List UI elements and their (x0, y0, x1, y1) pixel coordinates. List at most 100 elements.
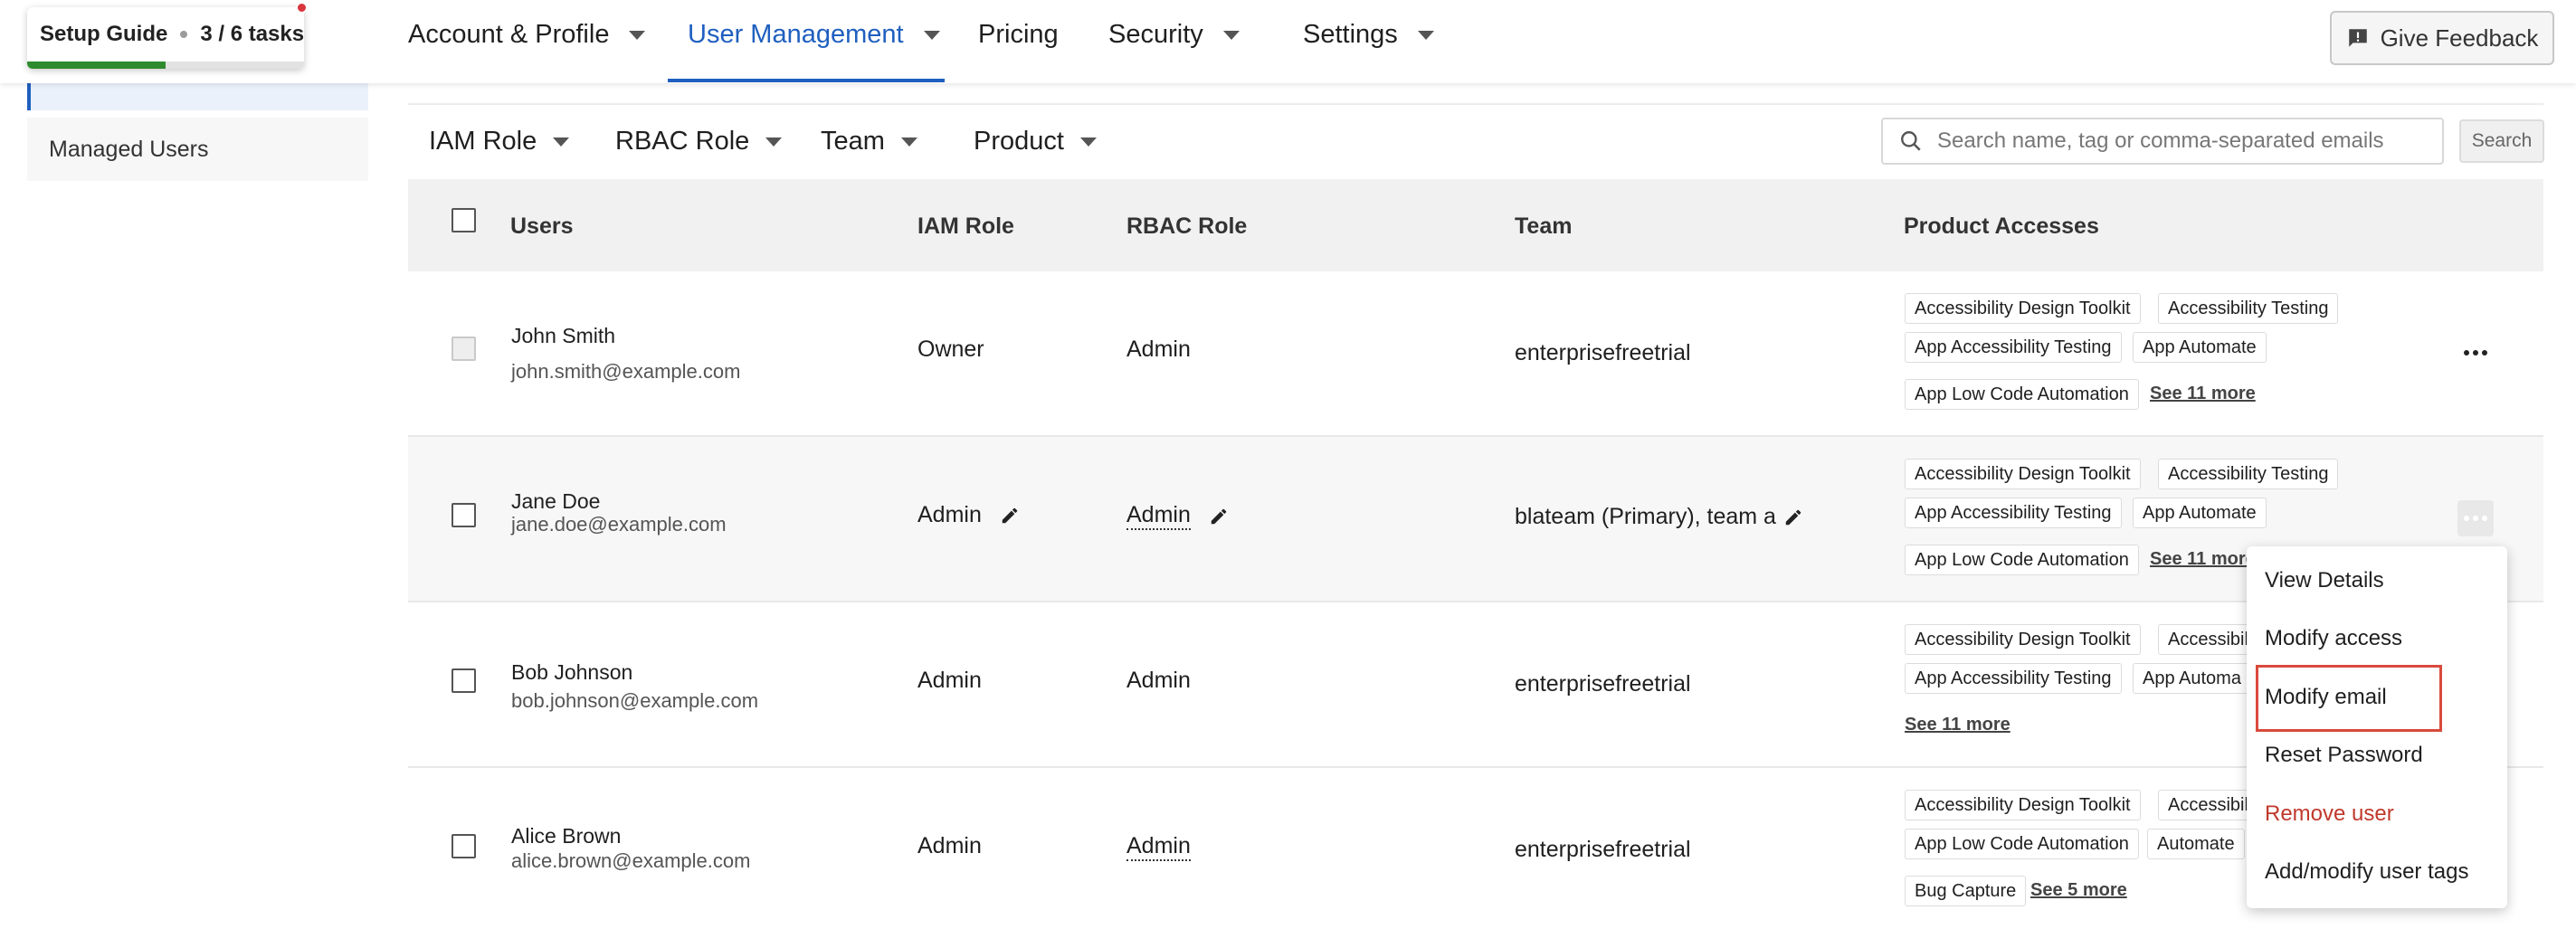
team-value: enterprisefreetrial (1515, 340, 1691, 365)
menu-item-reset-password[interactable]: Reset Password (2265, 743, 2423, 768)
edit-pencil-icon[interactable] (1783, 507, 1803, 527)
column-header-product-accesses[interactable]: Product Accesses (1904, 213, 2099, 240)
team-cell: enterprisefreetrial (1515, 837, 1691, 863)
row-checkbox[interactable] (452, 503, 476, 527)
see-more-link[interactable]: See 5 more (2030, 880, 2127, 901)
iam-role-cell: Admin (917, 668, 982, 694)
product-tag: App Automate (2133, 332, 2267, 363)
team-value: enterprisefreetrial (1515, 837, 1691, 862)
product-tag: App Automa (2133, 663, 2251, 694)
search-input[interactable] (1937, 128, 2426, 154)
rbac-role-cell: Admin (1126, 502, 1229, 530)
column-header-iam-role[interactable]: IAM Role (917, 213, 1014, 240)
table-row[interactable]: Bob Johnson bob.johnson@example.com Admi… (408, 602, 2543, 768)
column-header-users[interactable]: Users (510, 213, 574, 240)
product-tag: App Low Code Automation (1905, 829, 2139, 859)
team-cell: blateam (Primary), team a (1515, 504, 1803, 530)
see-more-link[interactable]: See 11 more (2150, 384, 2256, 404)
row-checkbox[interactable] (452, 834, 476, 858)
row-checkbox[interactable] (452, 668, 476, 693)
product-tag: Accessibil (2158, 790, 2258, 820)
search-field[interactable] (1881, 118, 2444, 165)
select-all-checkbox[interactable] (452, 208, 476, 232)
give-feedback-button[interactable]: Give Feedback (2330, 11, 2554, 65)
chevron-down-icon (923, 30, 940, 40)
product-tag: Accessibility Design Toolkit (1905, 459, 2141, 489)
filter-iam-role[interactable]: IAM Role (429, 127, 570, 156)
product-tag: Accessibility Design Toolkit (1905, 293, 2141, 324)
filter-rbac-role[interactable]: RBAC Role (615, 127, 783, 156)
table-row[interactable]: Jane Doe jane.doe@example.com Admin Admi… (408, 437, 2543, 602)
filter-label: IAM Role (429, 127, 537, 156)
team-cell: enterprisefreetrial (1515, 671, 1691, 697)
user-name: Bob Johnson (511, 660, 633, 684)
setup-guide-widget[interactable]: Setup Guide 3 / 6 tasks (27, 2, 308, 69)
table-row[interactable]: Alice Brown alice.brown@example.com Admi… (408, 768, 2543, 929)
user-name: Alice Brown (511, 824, 622, 848)
product-tag: App Low Code Automation (1905, 545, 2139, 575)
product-tag: App Automate (2133, 498, 2267, 528)
product-tag: Accessibility Testing (2158, 293, 2339, 324)
highlight-box (2256, 665, 2442, 732)
nav-item-label: Settings (1303, 20, 1398, 49)
nav-item-label: User Management (688, 20, 904, 49)
sidebar-item-active[interactable] (27, 83, 368, 110)
nav-item-account-profile[interactable]: Account & Profile (408, 20, 646, 50)
row-checkbox (452, 337, 476, 361)
product-tag: Accessibility Testing (2158, 459, 2339, 489)
user-email: john.smith@example.com (511, 360, 741, 383)
nav-item-settings[interactable]: Settings (1303, 20, 1434, 50)
sidebar-item-managed-users[interactable]: Managed Users (27, 118, 368, 181)
nav-item-pricing[interactable]: Pricing (978, 20, 1059, 50)
column-header-team[interactable]: Team (1515, 213, 1572, 240)
product-tag: App Low Code Automation (1905, 379, 2139, 410)
give-feedback-label: Give Feedback (2380, 24, 2539, 52)
menu-item-remove-user[interactable]: Remove user (2265, 801, 2394, 827)
search-icon (1901, 131, 1921, 151)
team-value: enterprisefreetrial (1515, 671, 1691, 697)
iam-role-cell: Admin (917, 502, 1020, 528)
nav-item-label: Pricing (978, 20, 1059, 49)
chevron-down-icon (553, 137, 570, 147)
filter-label: Product (974, 127, 1064, 156)
product-tag: Automate (2147, 829, 2245, 859)
search-button[interactable]: Search (2459, 119, 2544, 163)
edit-pencil-icon[interactable] (1000, 506, 1020, 526)
chevron-down-icon (1417, 30, 1434, 40)
chevron-down-icon (1222, 30, 1240, 40)
rbac-role-value: Admin (1126, 833, 1191, 861)
product-tag: Accessibility Design Toolkit (1905, 790, 2141, 820)
divider (408, 103, 2543, 105)
nav-item-user-management[interactable]: User Management (688, 20, 940, 50)
table-header: Users IAM Role RBAC Role Team Product Ac… (408, 179, 2543, 271)
more-actions-icon[interactable] (2457, 500, 2494, 536)
product-tag: App Accessibility Testing (1905, 663, 2122, 694)
menu-item-add-modify-user-tags[interactable]: Add/modify user tags (2265, 859, 2468, 885)
filter-product[interactable]: Product (974, 127, 1097, 156)
separator-dot (180, 31, 188, 38)
product-tag: Accessibility Design Toolkit (1905, 624, 2141, 655)
more-actions-icon[interactable] (2457, 335, 2494, 371)
iam-role-cell: Admin (917, 833, 982, 859)
see-more-link[interactable]: See 11 more (2150, 549, 2256, 570)
user-email: bob.johnson@example.com (511, 689, 759, 712)
top-navigation: Setup Guide 3 / 6 tasks Account & Profil… (0, 0, 2576, 83)
column-header-rbac-role[interactable]: RBAC Role (1126, 213, 1247, 240)
menu-item-modify-access[interactable]: Modify access (2265, 626, 2402, 651)
setup-guide-row: Setup Guide 3 / 6 tasks (40, 22, 304, 47)
setup-guide-label: Setup Guide (40, 22, 168, 46)
filter-team[interactable]: Team (821, 127, 917, 156)
product-tag: App Accessibility Testing (1905, 498, 2122, 528)
see-more-link[interactable]: See 11 more (1905, 715, 2010, 735)
feedback-icon (2348, 29, 2367, 47)
menu-item-view-details[interactable]: View Details (2265, 568, 2384, 593)
edit-pencil-icon[interactable] (1209, 507, 1229, 526)
rbac-role-cell: Admin (1126, 337, 1191, 363)
iam-role-value: Admin (917, 502, 982, 527)
notification-dot-icon (296, 2, 308, 14)
table-row[interactable]: John Smith john.smith@example.com Owner … (408, 271, 2543, 437)
nav-item-security[interactable]: Security (1108, 20, 1240, 50)
rbac-role-value: Admin (1126, 668, 1191, 693)
setup-guide-progress-text: 3 / 6 tasks (200, 22, 305, 46)
sidebar-item-label: Managed Users (49, 136, 209, 162)
